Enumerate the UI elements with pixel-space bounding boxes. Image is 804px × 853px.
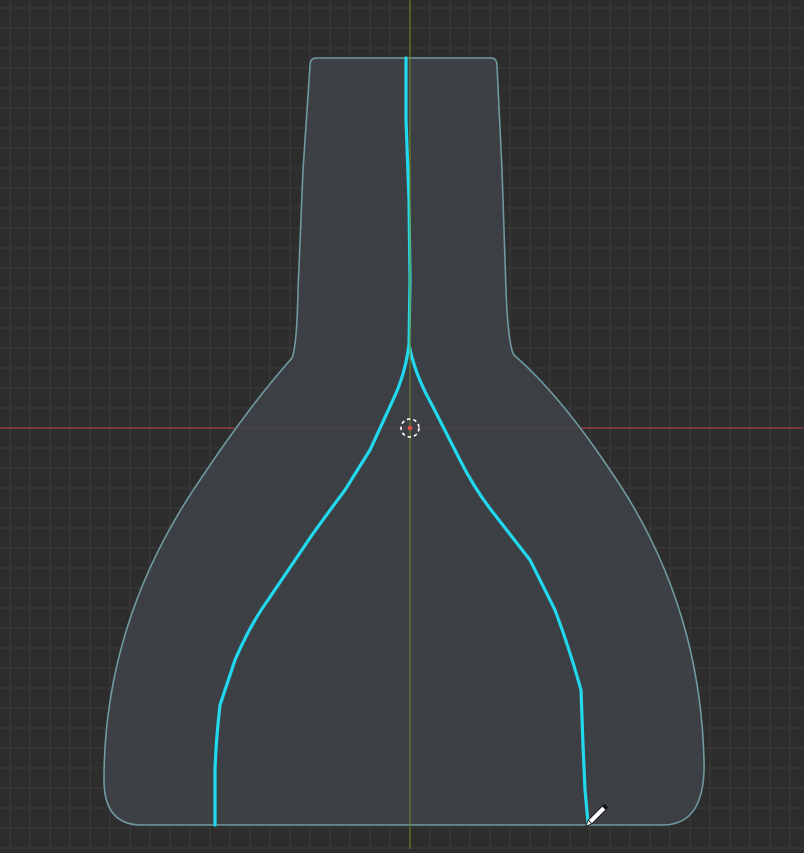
- 3d-viewport[interactable]: [0, 0, 804, 849]
- 3d-cursor-center: [407, 425, 413, 431]
- viewport-canvas[interactable]: [0, 0, 804, 849]
